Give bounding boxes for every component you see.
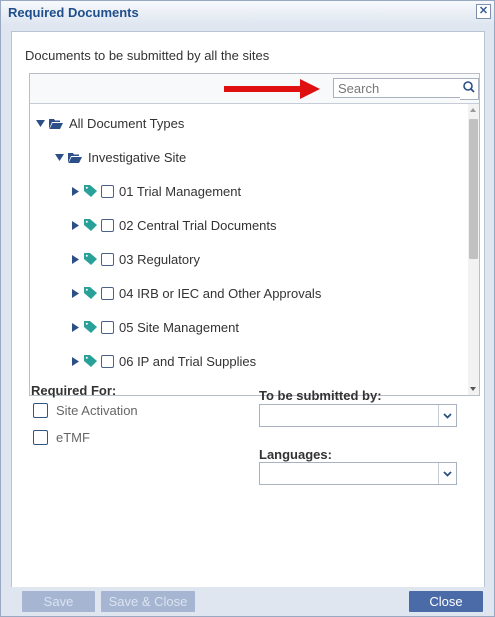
tree-item[interactable]: 04 IRB or IEC and Other Approvals (70, 284, 321, 302)
caret-right-icon[interactable] (70, 186, 80, 196)
site-activation-checkbox[interactable] (33, 403, 48, 418)
tree-item-label: 04 IRB or IEC and Other Approvals (119, 285, 322, 301)
save-button[interactable]: Save (22, 591, 95, 612)
tag-icon (84, 287, 97, 299)
dialog-body: Documents to be submitted by all the sit… (11, 31, 485, 588)
tree-node-investigative-site[interactable]: Investigative Site (54, 148, 186, 166)
required-documents-dialog: Required Documents ✕ Documents to be sub… (0, 0, 495, 617)
etmf-label: eTMF (56, 430, 90, 445)
dialog-footer: Save Save & Close Close (1, 587, 494, 616)
caret-right-icon[interactable] (70, 356, 80, 366)
required-for-label: Required For: (31, 383, 117, 398)
search-input[interactable] (333, 78, 463, 98)
section-heading: Documents to be submitted by all the sit… (25, 48, 270, 63)
tree-item-label: 03 Regulatory (119, 251, 200, 267)
tree-item-label: 02 Central Trial Documents (119, 217, 277, 233)
tree-view: All Document Types Investigative Site 01… (30, 104, 479, 395)
languages-select[interactable] (259, 462, 457, 485)
scrollbar-thumb[interactable] (469, 119, 478, 259)
caret-down-icon[interactable] (35, 118, 45, 128)
site-activation-label: Site Activation (56, 403, 138, 418)
etmf-checkbox[interactable] (33, 430, 48, 445)
chevron-down-icon[interactable] (438, 463, 456, 484)
caret-right-icon[interactable] (70, 322, 80, 332)
caret-right-icon[interactable] (70, 254, 80, 264)
tree-item[interactable]: 03 Regulatory (70, 250, 200, 268)
tree-item[interactable]: 02 Central Trial Documents (70, 216, 277, 234)
search-button[interactable] (460, 78, 479, 100)
dialog-title: Required Documents (8, 5, 139, 20)
site-activation-option[interactable]: Site Activation (33, 403, 138, 418)
languages-label: Languages: (259, 447, 332, 462)
tree-item-checkbox[interactable] (101, 354, 114, 368)
tag-icon (84, 185, 97, 197)
tree-item[interactable]: 06 IP and Trial Supplies (70, 352, 256, 370)
tree-item-label: 05 Site Management (119, 319, 239, 335)
caret-right-icon[interactable] (70, 220, 80, 230)
tree-item-checkbox[interactable] (101, 320, 114, 334)
tree-scrollbar[interactable] (468, 104, 479, 395)
submitted-by-label: To be submitted by: (259, 388, 382, 403)
tree-node-label: All Document Types (69, 115, 185, 131)
save-and-close-button[interactable]: Save & Close (101, 591, 195, 612)
tree-node-label: Investigative Site (88, 149, 187, 165)
scroll-up-arrow-icon[interactable] (470, 108, 476, 112)
document-tree-panel: All Document Types Investigative Site 0 (29, 73, 480, 396)
etmf-option[interactable]: eTMF (33, 430, 90, 445)
tree-item-checkbox[interactable] (101, 218, 114, 232)
tree-item-checkbox[interactable] (101, 286, 114, 300)
caret-right-icon[interactable] (70, 288, 80, 298)
close-button[interactable]: Close (409, 591, 483, 612)
scroll-down-arrow-icon[interactable] (470, 387, 476, 391)
tree-item-label: 06 IP and Trial Supplies (119, 353, 257, 369)
tree-item-checkbox[interactable] (101, 252, 114, 266)
close-icon[interactable]: ✕ (476, 4, 491, 19)
submitted-by-select[interactable] (259, 404, 457, 427)
tree-toolbar (30, 74, 479, 104)
folder-open-icon (68, 152, 82, 163)
chevron-down-icon[interactable] (438, 405, 456, 426)
caret-down-icon[interactable] (54, 152, 64, 162)
search-icon (463, 81, 475, 93)
folder-open-icon (49, 118, 63, 129)
red-arrow-annotation (224, 79, 320, 99)
tree-item-label: 01 Trial Management (119, 183, 242, 199)
tag-icon (84, 219, 97, 231)
tag-icon (84, 355, 97, 367)
tree-item[interactable]: 01 Trial Management (70, 182, 241, 200)
tree-node-root[interactable]: All Document Types (35, 114, 184, 132)
tree-item[interactable]: 05 Site Management (70, 318, 239, 336)
tree-item-checkbox[interactable] (101, 184, 114, 198)
tag-icon (84, 253, 97, 265)
title-bar: Required Documents ✕ (1, 1, 494, 25)
tag-icon (84, 321, 97, 333)
